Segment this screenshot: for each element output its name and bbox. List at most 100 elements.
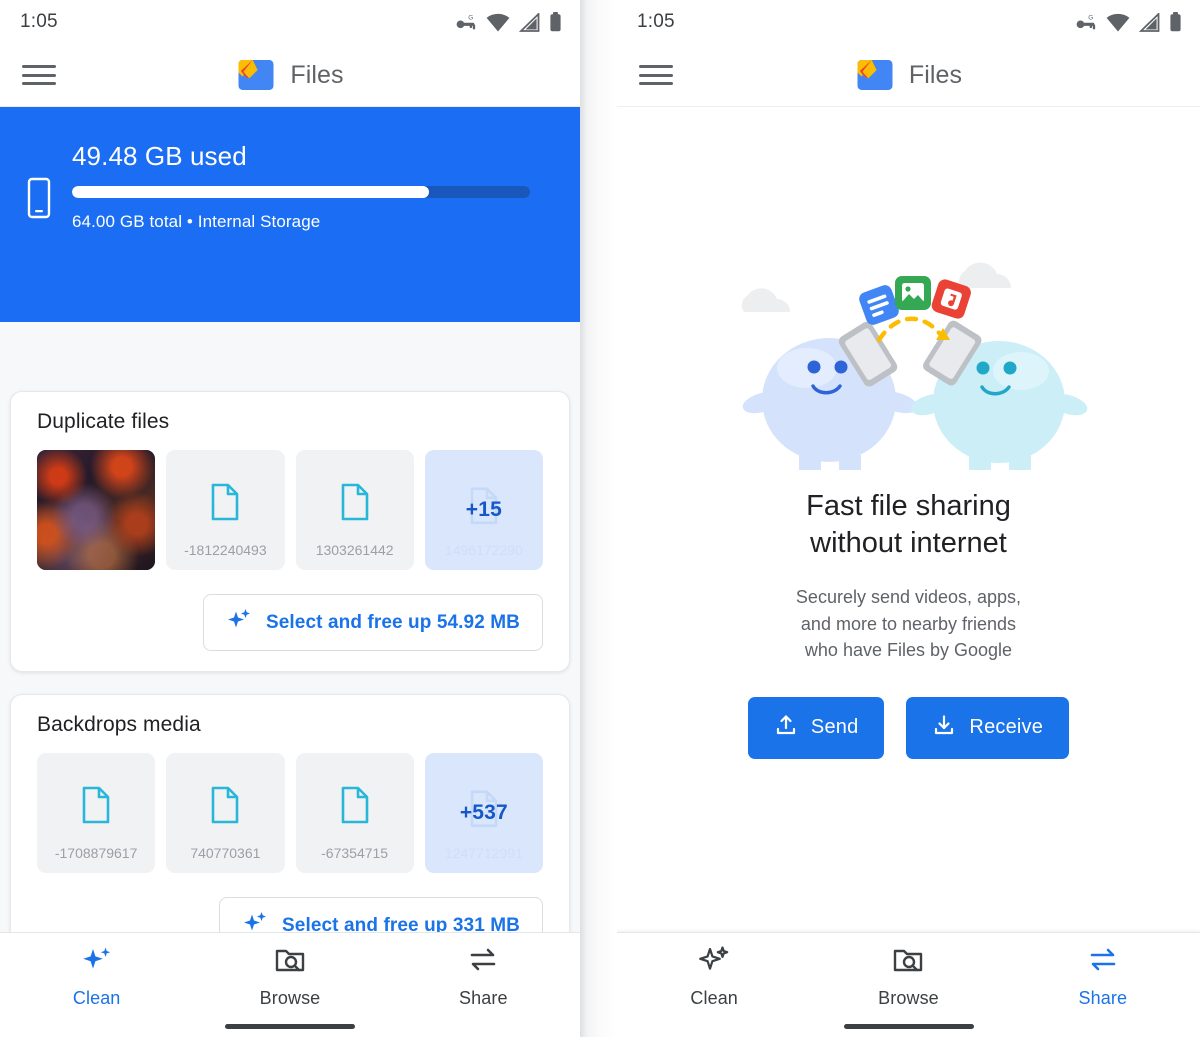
nav-label: Browse [259, 987, 321, 1008]
more-count-label: +537 [459, 801, 508, 824]
file-tile-more[interactable]: +15 1496172290 [424, 450, 543, 570]
nav-label: Browse [878, 987, 939, 1008]
storage-summary-header[interactable]: 49.48 GB used 64.00 GB total • Internal … [0, 107, 580, 322]
share-subtitle-line-2: and more to nearby friends [800, 613, 1017, 634]
file-tile-label: -1708879617 [54, 845, 138, 861]
storage-used-label: 49.48 GB used [72, 141, 247, 171]
file-tile-label: 1303261442 [315, 542, 394, 558]
wifi-icon [486, 13, 510, 32]
cellular-signal-icon [519, 12, 540, 32]
gesture-home-bar[interactable] [843, 1023, 974, 1029]
sparkle-icon [242, 910, 268, 932]
document-icon [340, 483, 370, 526]
hamburger-menu-icon[interactable] [22, 62, 56, 88]
status-time: 1:05 [637, 11, 675, 32]
share-title-line-2: without internet [810, 527, 1007, 560]
share-title: Fast file sharing without internet [806, 488, 1011, 562]
nav-item-share[interactable]: Share [1006, 940, 1200, 1009]
sparkle-icon [697, 945, 731, 981]
clean-scroll-area[interactable]: 49.48 GB used 64.00 GB total • Internal … [0, 107, 580, 932]
gesture-home-bar[interactable] [225, 1023, 355, 1029]
card-title: Backdrops media [37, 713, 201, 736]
hamburger-menu-icon[interactable] [639, 62, 673, 88]
status-time: 1:05 [20, 11, 58, 32]
nav-label: Clean [690, 987, 738, 1008]
nav-item-browse[interactable]: Browse [811, 940, 1005, 1009]
tile-row: -1708879617 740770361 -67354715 +537 124… [37, 753, 543, 873]
select-and-free-up-button[interactable]: Select and free up 331 MB [219, 897, 543, 932]
file-tile[interactable]: 1303261442 [295, 450, 414, 570]
nav-item-clean[interactable]: Clean [617, 940, 811, 1009]
status-bar: 1:05 G [617, 0, 1200, 44]
app-bar: Files [0, 44, 580, 107]
status-bar: 1:05 G [0, 0, 580, 44]
phone-icon [26, 177, 52, 224]
wifi-icon [1106, 13, 1130, 32]
upload-icon [774, 713, 798, 743]
share-subtitle: Securely send videos, apps, and more to … [796, 584, 1021, 662]
file-tile[interactable]: 740770361 [166, 753, 285, 873]
brand: Files [855, 55, 962, 95]
receive-button-label: Receive [969, 716, 1044, 739]
status-icon-group: G [1075, 12, 1182, 32]
storage-progress-fill [72, 186, 430, 198]
nav-item-share[interactable]: Share [387, 940, 580, 1009]
files-by-google-logo [857, 60, 893, 90]
share-subtitle-line-1: Securely send videos, apps, [795, 587, 1022, 608]
app-title: Files [290, 60, 344, 89]
send-button-label: Send [810, 716, 859, 739]
share-arrows-icon [1086, 946, 1120, 981]
document-icon [340, 786, 370, 829]
app-title: Files [908, 60, 963, 89]
download-icon [932, 713, 956, 743]
file-tile-label: -67354715 [321, 845, 389, 861]
nav-label: Clean [72, 987, 121, 1008]
svg-text:G: G [1088, 14, 1093, 21]
svg-text:G: G [468, 14, 473, 21]
document-icon [81, 786, 111, 829]
tile-row: -1812240493 1303261442 +15 1496172290 [37, 450, 543, 570]
two-blobs-sharing-files-illustration [741, 262, 1087, 471]
image-thumbnail [37, 450, 156, 570]
battery-icon [549, 12, 562, 32]
vpn-key-g-icon: G [1075, 13, 1097, 32]
brand: Files [236, 55, 344, 95]
card-backdrops-media[interactable]: Backdrops media -1708879617 740770361 -6… [10, 694, 570, 932]
button-label: Select and free up 54.92 MB [265, 611, 520, 633]
file-tile-more[interactable]: +537 1247712991 [424, 753, 543, 873]
vpn-key-g-icon: G [455, 13, 477, 32]
file-tile[interactable]: -67354715 [295, 753, 414, 873]
gesture-bar-area [617, 1015, 1200, 1037]
card-duplicate-files[interactable]: Duplicate files -1812240493 1303261442 +… [10, 391, 570, 672]
files-by-google-logo [238, 60, 274, 90]
nav-label: Share [459, 987, 508, 1008]
receive-button[interactable]: Receive [906, 696, 1070, 759]
more-count-label: +15 [465, 498, 502, 521]
share-title-line-1: Fast file sharing [806, 490, 1011, 523]
sparkle-icon [226, 607, 252, 638]
bottom-navigation-bar: Clean Browse Share [0, 932, 580, 1037]
battery-icon [1169, 12, 1182, 32]
screenshot-stage: 1:05 G Files 49.48 GB used 64.00 GB tota… [0, 0, 1200, 1037]
app-bar: Files [617, 44, 1200, 107]
file-tile[interactable]: -1708879617 [37, 753, 156, 873]
file-tile-thumbnail[interactable] [37, 450, 156, 570]
file-tile-label: -1812240493 [184, 542, 267, 558]
cellular-signal-icon [1139, 12, 1160, 32]
share-arrows-icon [466, 946, 500, 981]
phone-screen-clean: 1:05 G Files 49.48 GB used 64.00 GB tota… [0, 0, 580, 1037]
folder-search-icon [274, 946, 306, 981]
nav-item-browse[interactable]: Browse [193, 940, 386, 1009]
document-icon [210, 483, 240, 526]
document-icon [210, 786, 240, 829]
nav-label: Share [1078, 987, 1128, 1008]
storage-progress-bar [72, 186, 530, 198]
sparkle-icon [80, 946, 114, 981]
share-subtitle-line-3: who have Files by Google [804, 639, 1013, 660]
file-tile-label: 1496172290 [444, 542, 523, 558]
button-label: Select and free up 331 MB [282, 914, 520, 933]
file-tile[interactable]: -1812240493 [166, 450, 285, 570]
select-and-free-up-button[interactable]: Select and free up 54.92 MB [202, 594, 543, 651]
send-button[interactable]: Send [747, 696, 885, 759]
nav-item-clean[interactable]: Clean [0, 940, 193, 1009]
